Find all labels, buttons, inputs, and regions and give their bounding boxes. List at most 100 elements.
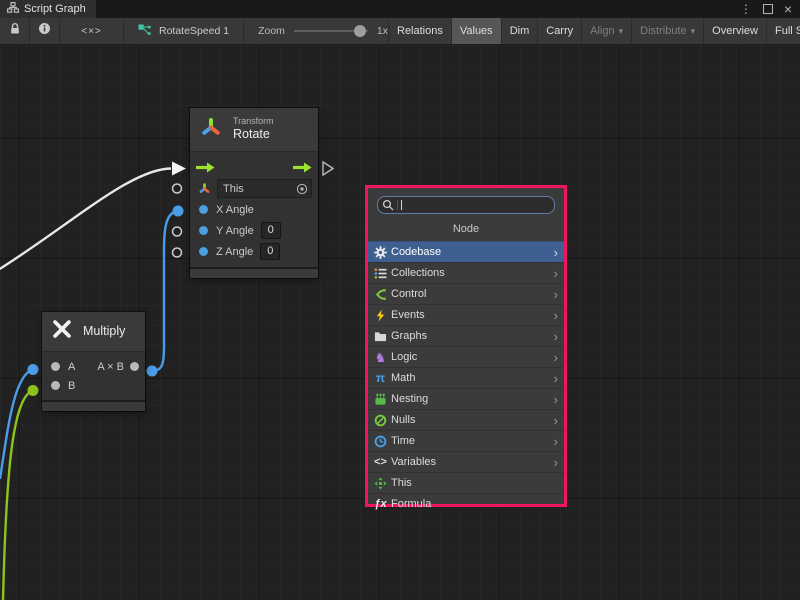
multiply-a-port-outer[interactable] <box>28 364 39 375</box>
finder-item-logic[interactable]: ♞ Logic › <box>368 346 564 367</box>
flow-input-arrow-icon[interactable] <box>196 162 215 173</box>
y-angle-port-outer[interactable] <box>173 227 182 236</box>
zoom-slider-handle[interactable] <box>354 25 366 37</box>
breadcrumb[interactable]: RotateSpeed 1 <box>124 18 244 44</box>
finder-item-nulls[interactable]: Nulls › <box>368 409 564 430</box>
toolbar-button-values[interactable]: Values <box>451 18 501 44</box>
graph-icon <box>7 2 19 16</box>
x-angle-port[interactable] <box>199 205 208 214</box>
search-divider <box>397 200 398 210</box>
code-preview-button[interactable]: <×> <box>60 18 124 44</box>
chess-knight-icon: ♞ <box>373 350 388 364</box>
finder-item-time[interactable]: Time › <box>368 430 564 451</box>
multiply-node-footer <box>42 400 145 411</box>
dropdown-caret-icon: ▾ <box>619 27 624 36</box>
node-title: Multiply <box>83 324 125 340</box>
pi-icon: π <box>373 371 388 385</box>
finder-item-this[interactable]: This › <box>368 472 564 493</box>
more-menu-icon[interactable]: ⋮ <box>740 3 752 15</box>
script-graph-asset-icon <box>138 23 152 39</box>
z-angle-input[interactable]: 0 <box>260 243 280 260</box>
y-angle-port[interactable] <box>199 226 208 235</box>
submenu-chevron-icon: › <box>554 372 560 385</box>
zoom-control: Zoom 1x <box>258 18 388 44</box>
flow-input-port-arrow[interactable] <box>172 162 186 176</box>
submenu-chevron-icon: › <box>554 246 560 259</box>
multiply-b-port-outer[interactable] <box>28 385 39 396</box>
flow-output-arrow-icon[interactable] <box>293 162 312 173</box>
finder-item-events[interactable]: Events › <box>368 304 564 325</box>
search-field[interactable] <box>377 196 555 214</box>
b-port[interactable] <box>51 381 60 390</box>
toolbar-button-dim[interactable]: Dim <box>501 18 538 44</box>
x-angle-label: X Angle <box>216 204 254 216</box>
finder-header: Node <box>368 217 564 241</box>
search-input[interactable] <box>405 199 548 211</box>
nesting-machine-icon <box>373 392 388 406</box>
submenu-chevron-icon: › <box>554 288 560 301</box>
node-multiply[interactable]: Multiply A A × B B <box>42 312 145 411</box>
info-icon <box>38 22 51 40</box>
submenu-chevron-icon: › <box>554 309 560 322</box>
z-angle-port[interactable] <box>199 247 208 256</box>
object-picker-icon[interactable] <box>296 183 308 195</box>
tab-bar: Script Graph ⋮ × <box>0 0 800 18</box>
z-angle-label: Z Angle <box>216 246 253 258</box>
info-button[interactable] <box>30 18 60 44</box>
multiply-node-header[interactable]: Multiply <box>42 312 145 352</box>
finder-item-nesting[interactable]: Nesting › <box>368 388 564 409</box>
finder-item-math[interactable]: π Math › <box>368 367 564 388</box>
multiply-output-port-outer[interactable] <box>147 366 158 377</box>
this-star-icon <box>373 476 388 490</box>
node-transform-rotate[interactable]: Transform Rotate This <box>190 108 318 278</box>
multiply-x-icon <box>50 317 74 346</box>
code-icon: <×> <box>81 26 102 37</box>
toolbar-button-overview[interactable]: Overview <box>703 18 766 44</box>
a-port[interactable] <box>51 362 60 371</box>
maximize-icon[interactable] <box>763 4 773 14</box>
this-object-field[interactable]: This <box>217 179 312 198</box>
close-icon[interactable]: × <box>784 2 792 16</box>
finder-item-control[interactable]: Control › <box>368 283 564 304</box>
flow-output-port-triangle[interactable] <box>323 162 333 175</box>
graph-canvas[interactable]: Transform Rotate This <box>0 45 800 600</box>
this-field-value: This <box>223 183 244 195</box>
collections-list-icon <box>373 266 388 280</box>
output-port[interactable] <box>130 362 139 371</box>
a-label: A <box>68 361 75 373</box>
finder-item-graphs[interactable]: Graphs › <box>368 325 564 346</box>
rotate-node-header[interactable]: Transform Rotate <box>190 108 318 152</box>
wire-flow-input <box>0 169 171 271</box>
clock-icon <box>373 434 388 448</box>
finder-item-collections[interactable]: Collections › <box>368 262 564 283</box>
finder-item-formula[interactable]: ƒx Formula › <box>368 493 564 514</box>
submenu-chevron-icon: › <box>554 456 560 469</box>
y-angle-label: Y Angle <box>216 225 254 237</box>
control-branch-icon <box>373 287 388 301</box>
finder-item-codebase[interactable]: Codebase › <box>368 241 564 262</box>
z-angle-port-outer[interactable] <box>173 248 182 257</box>
toolbar-button-align[interactable]: Align ▾ <box>581 18 631 44</box>
b-label: B <box>68 380 75 392</box>
this-port-outer[interactable] <box>173 184 182 193</box>
zoom-label: Zoom <box>258 25 285 37</box>
toolbar-button-carry[interactable]: Carry <box>537 18 581 44</box>
lightning-icon <box>373 308 388 322</box>
gear-icon <box>373 245 388 259</box>
toolbar-button-distribute[interactable]: Distribute ▾ <box>631 18 703 44</box>
toolbar-button-relations[interactable]: Relations <box>388 18 451 44</box>
y-angle-input[interactable]: 0 <box>261 222 281 239</box>
x-angle-port-outer[interactable] <box>173 206 184 217</box>
zoom-value: 1x <box>377 25 388 37</box>
tab-script-graph[interactable]: Script Graph <box>0 0 96 18</box>
submenu-chevron-icon: › <box>554 435 560 448</box>
finder-list: Codebase › Collections › Control › Event… <box>368 241 564 514</box>
finder-item-variables[interactable]: <> Variables › <box>368 451 564 472</box>
zoom-slider[interactable] <box>294 24 368 38</box>
node-category: Transform <box>233 116 274 127</box>
toolbar-button-full-screen[interactable]: Full Screen <box>766 18 800 44</box>
lock-button[interactable] <box>0 18 30 44</box>
null-circle-icon <box>373 413 388 427</box>
transform-mini-icon <box>198 182 211 195</box>
lock-icon <box>9 22 21 40</box>
